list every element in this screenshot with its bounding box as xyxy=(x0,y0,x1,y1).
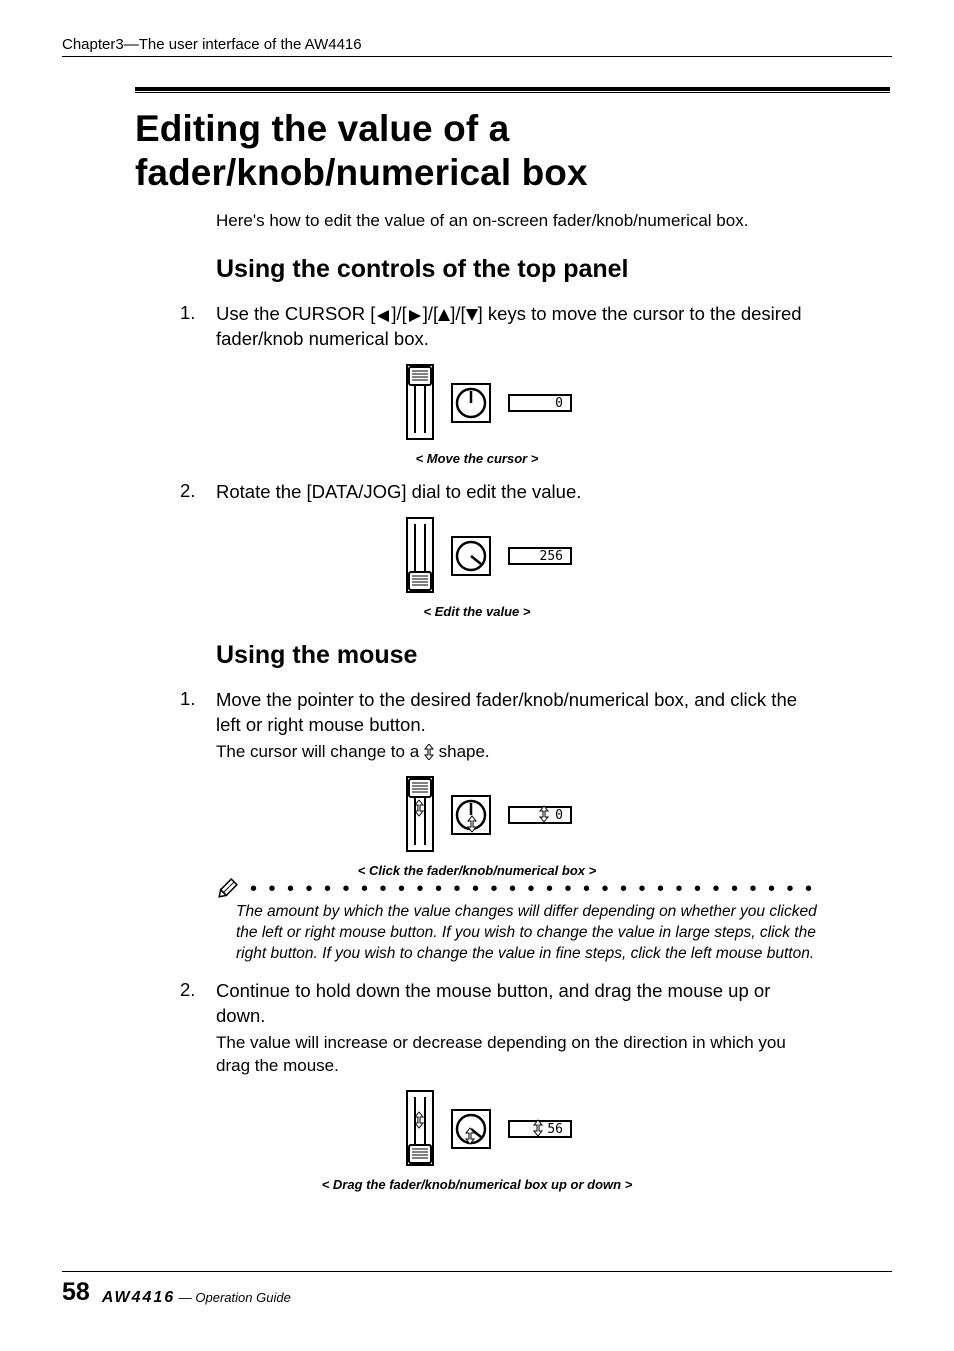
intro-text: Here's how to edit the value of an on-sc… xyxy=(216,211,812,231)
figure-caption: < Drag the fader/knob/numerical box up o… xyxy=(62,1177,892,1192)
updown-arrow-icon xyxy=(424,744,434,760)
cursor-left-icon xyxy=(375,310,391,322)
text: The cursor will change to a xyxy=(216,742,424,761)
step-number: 1. xyxy=(180,688,216,710)
step-sub: The cursor will change to a shape. xyxy=(216,740,824,764)
footer: 58 AW4416 — Operation Guide xyxy=(62,1271,892,1307)
cursor-up-icon xyxy=(438,308,450,322)
step-head: Continue to hold down the mouse button, … xyxy=(216,979,824,1029)
step-sub: The value will increase or decrease depe… xyxy=(216,1031,824,1079)
figure-edit-value: 256 < Edit the value > xyxy=(62,515,892,619)
divider xyxy=(62,56,892,57)
step-head: Rotate the [DATA/JOG] dial to edit the v… xyxy=(216,480,824,505)
fader-knob-box-illustration: 0 xyxy=(357,362,597,442)
text: ]/[ xyxy=(423,303,438,324)
figure-caption: < Click the fader/knob/numerical box > xyxy=(62,863,892,878)
cursor-down-icon xyxy=(466,308,478,322)
pencil-icon xyxy=(214,876,240,902)
step-number: 2. xyxy=(180,480,216,502)
title-rule-thick xyxy=(135,87,890,91)
step: 1. Move the pointer to the desired fader… xyxy=(180,688,824,764)
section-title-1: Using the controls of the top panel xyxy=(216,255,892,284)
figure-caption: < Edit the value > xyxy=(62,604,892,619)
figure-click-box: 0 < Click the fader/knob/numerical box > xyxy=(62,774,892,878)
step: 2. Rotate the [DATA/JOG] dial to edit th… xyxy=(180,480,824,505)
product-logo: AW4416 xyxy=(102,1289,175,1306)
note: ••••••••••••••••••••••••••••••••••••••••… xyxy=(216,884,824,965)
figure-move-cursor: 0 < Move the cursor > xyxy=(62,362,892,466)
section-title-2: Using the mouse xyxy=(216,641,892,670)
note-text: The amount by which the value changes wi… xyxy=(236,902,824,965)
page-title: Editing the value of a fader/knob/numeri… xyxy=(135,107,892,194)
step-head: Use the CURSOR []/[]/[]/[] keys to move … xyxy=(216,302,824,352)
text: Use the CURSOR [ xyxy=(216,303,375,324)
title-rule-thin xyxy=(135,92,890,93)
step-head: Move the pointer to the desired fader/kn… xyxy=(216,688,824,738)
numeric-value: 0 xyxy=(555,808,563,823)
numeric-value: 56 xyxy=(547,1122,563,1137)
numeric-value: 256 xyxy=(540,549,563,564)
step-number: 1. xyxy=(180,302,216,324)
step: 1. Use the CURSOR []/[]/[]/[] keys to mo… xyxy=(180,302,824,352)
footer-guide: — Operation Guide xyxy=(175,1290,291,1305)
page-number: 58 xyxy=(62,1278,90,1307)
fader-knob-box-illustration: 56 xyxy=(357,1088,597,1168)
numeric-value: 0 xyxy=(555,396,563,411)
fader-knob-box-illustration: 256 xyxy=(357,515,597,595)
fader-knob-box-illustration: 0 xyxy=(357,774,597,854)
text: ]/[ xyxy=(450,303,465,324)
text: ]/[ xyxy=(391,303,406,324)
figure-caption: < Move the cursor > xyxy=(62,451,892,466)
chapter-header: Chapter3—The user interface of the AW441… xyxy=(62,36,892,53)
text: shape. xyxy=(434,742,490,761)
step-number: 2. xyxy=(180,979,216,1001)
cursor-right-icon xyxy=(407,310,423,322)
figure-drag-box: 56 < Drag the fader/knob/numerical box u… xyxy=(62,1088,892,1192)
page: Chapter3—The user interface of the AW441… xyxy=(0,0,954,1351)
step: 2. Continue to hold down the mouse butto… xyxy=(180,979,824,1079)
